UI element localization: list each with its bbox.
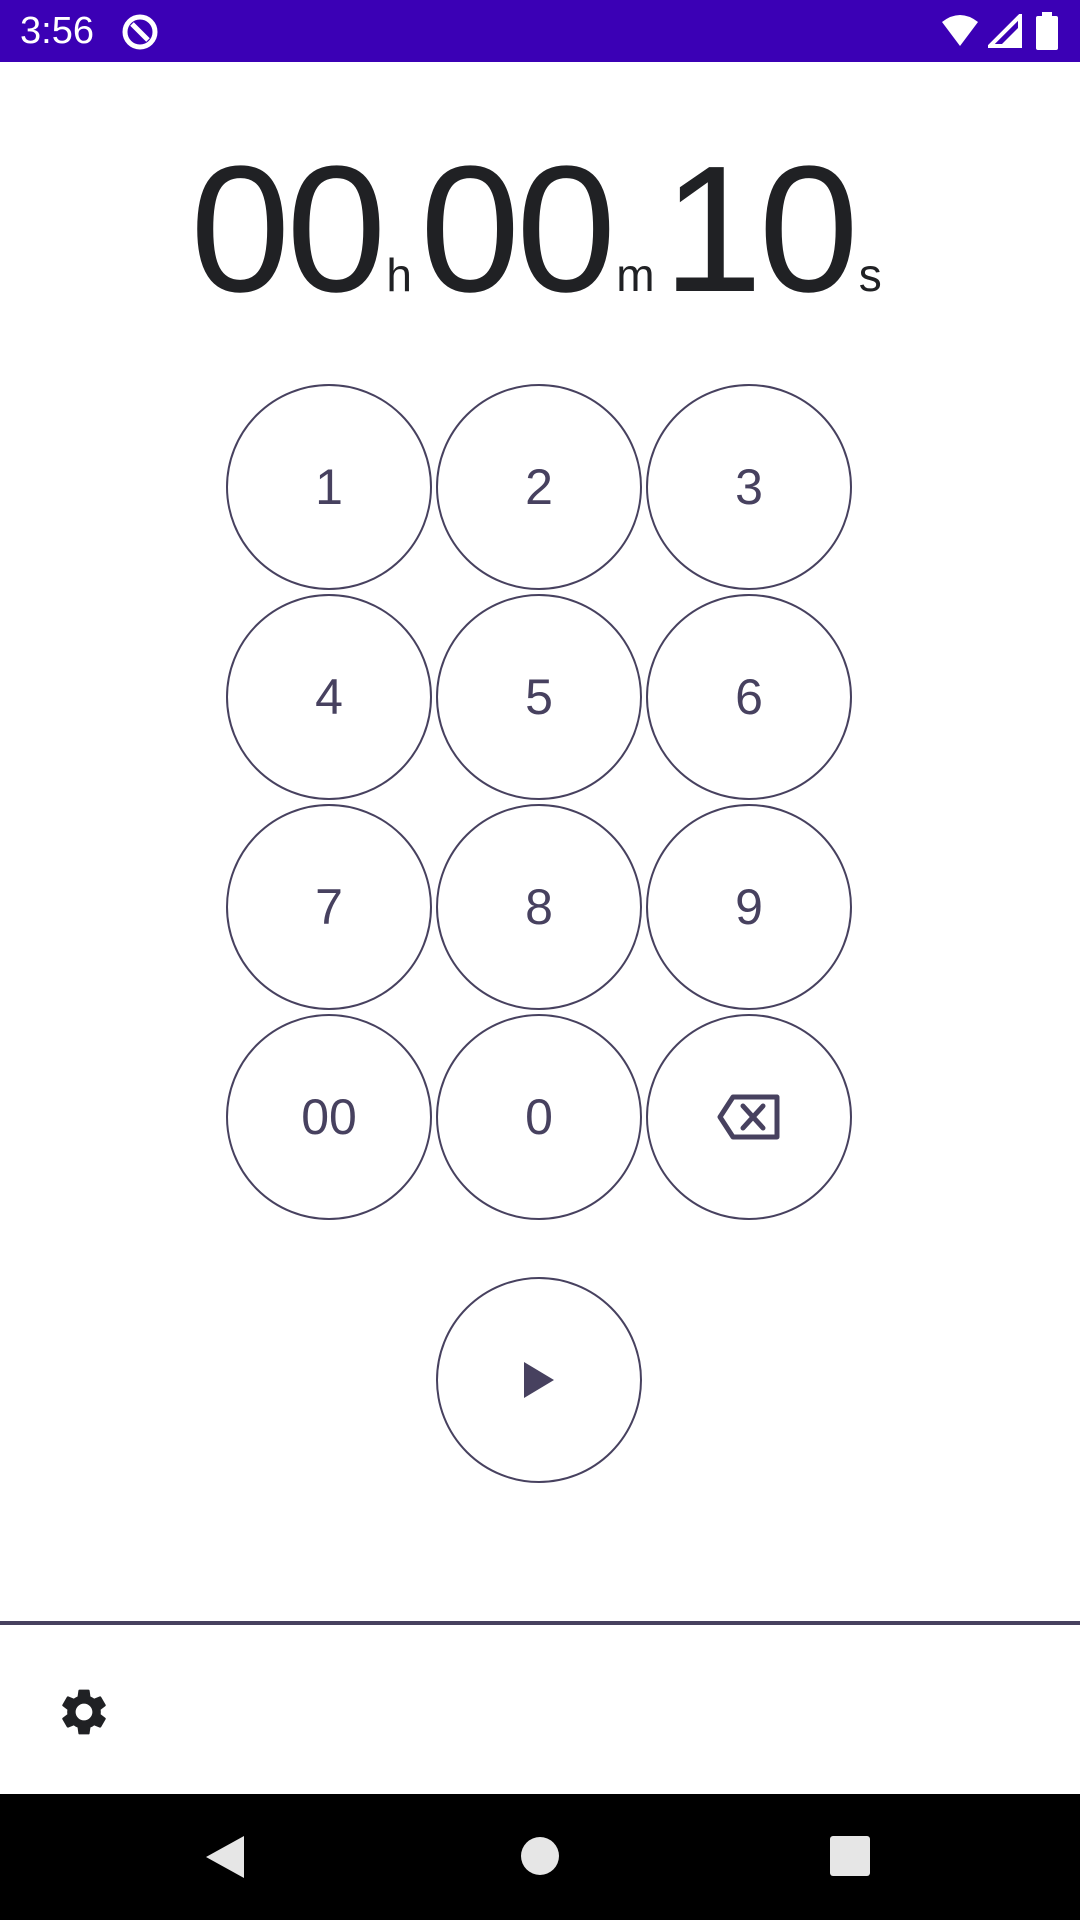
key-8-label: 8 [525,879,553,935]
wifi-icon [942,15,978,46]
timer-seconds: 10 [662,129,859,330]
key-4-label: 4 [315,669,343,725]
status-time: 3:56 [20,10,94,52]
key-1[interactable]: 1 [226,384,432,590]
key-5-label: 5 [525,669,553,725]
navigation-bar [0,1794,1080,1920]
key-00-label: 00 [301,1089,357,1145]
key-00[interactable]: 00 [226,1014,432,1220]
battery-icon [1036,12,1058,50]
key-9[interactable]: 9 [646,804,852,1010]
key-3[interactable]: 3 [646,384,852,590]
home-icon[interactable] [520,1836,560,1876]
key-2[interactable]: 2 [436,384,642,590]
key-0-label: 0 [525,1089,553,1145]
settings-button[interactable] [56,1684,112,1740]
key-1-label: 1 [315,459,343,515]
key-0[interactable]: 0 [436,1014,642,1220]
timer-hours: 00 [190,129,386,330]
start-button[interactable] [436,1277,642,1483]
timer-minutes-unit: m [616,249,655,301]
signal-icon [988,14,1022,48]
backspace-button[interactable] [646,1014,852,1220]
key-8[interactable]: 8 [436,804,642,1010]
key-5[interactable]: 5 [436,594,642,800]
timer-seconds-unit: s [858,249,882,301]
recents-icon[interactable] [830,1836,870,1876]
key-2-label: 2 [525,459,553,515]
gear-icon [62,1689,106,1735]
play-icon [524,1362,554,1398]
key-9-label: 9 [735,879,763,935]
key-3-label: 3 [735,459,763,515]
timer-minutes: 00 [420,129,616,330]
key-4[interactable]: 4 [226,594,432,800]
bottom-divider [0,1621,1080,1625]
backspace-icon [717,1094,780,1140]
key-7-label: 7 [315,879,343,935]
back-icon[interactable] [204,1834,246,1880]
timer-hours-unit: h [386,249,413,301]
status-bar: 3:56 [0,0,1080,62]
key-7[interactable]: 7 [226,804,432,1010]
key-6-label: 6 [735,669,763,725]
timer-display: 00 h 00 m 10 s [0,129,1080,330]
data-saver-icon [122,14,158,50]
key-6[interactable]: 6 [646,594,852,800]
